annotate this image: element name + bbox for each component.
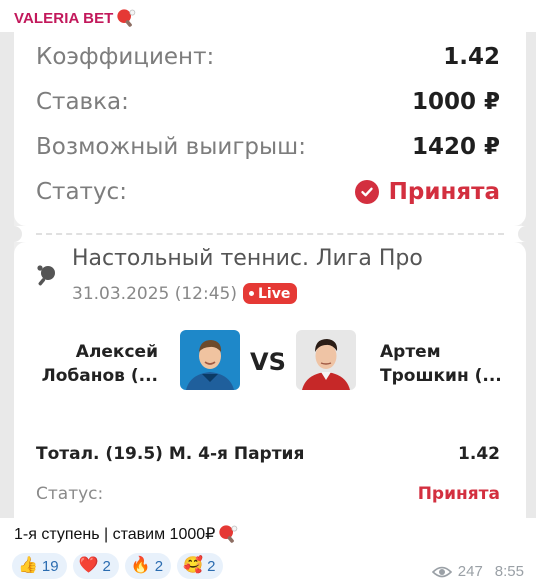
player-2-avatar: [296, 330, 356, 390]
stake-row: Ставка: 1000 ₽: [36, 87, 500, 117]
ping-pong-paddle-icon: [117, 9, 136, 27]
channel-name[interactable]: VALERIA BET: [14, 8, 137, 28]
live-badge: Live: [243, 283, 298, 304]
dashed-divider: [36, 233, 504, 235]
ping-pong-paddle-icon: [219, 525, 238, 543]
post-caption: 1-я ступень | ставим 1000₽: [14, 524, 239, 544]
post-time: 8:55: [494, 563, 524, 580]
player-1-name: Алексей Лобанов (...: [30, 340, 158, 388]
payout-value: 1420 ₽: [411, 134, 500, 160]
view-count: 247: [457, 563, 483, 580]
bet-market: Тотал. (19.5) М. 4-я Партия: [36, 444, 305, 464]
table-tennis-icon: [37, 265, 55, 286]
thumbs-up-icon: 👍: [18, 557, 38, 574]
reaction-count: 2: [207, 557, 216, 575]
reaction-count: 19: [41, 557, 59, 575]
reaction-count: 2: [154, 557, 164, 575]
fire-icon: 🔥: [130, 557, 151, 574]
stake-value: 1000 ₽: [411, 89, 500, 115]
bet-status-label: Статус:: [36, 484, 104, 504]
image-left-edge: [0, 32, 14, 518]
check-circle-icon: [354, 180, 379, 204]
coefficient-row: Коэффициент: 1.42: [36, 42, 500, 72]
live-dot-icon: [249, 291, 254, 296]
reaction-smiling-hearts[interactable]: 🥰 2: [177, 553, 224, 579]
bet-status-row: Статус: Принята: [36, 484, 500, 504]
event-datetime-text: 31.03.2025 (12:45): [72, 283, 237, 304]
status-value: Принята: [354, 179, 500, 205]
ticket-tear-divider: [6, 226, 534, 242]
eye-icon: [431, 566, 452, 577]
status-value-text: Принята: [388, 179, 500, 205]
reaction-count: 2: [102, 557, 111, 575]
player-2-last-name: Трошкин (...: [380, 366, 502, 386]
payout-row: Возможный выигрыш: 1420 ₽: [36, 132, 500, 162]
stake-label: Ставка:: [36, 89, 129, 115]
coefficient-label: Коэффициент:: [36, 44, 215, 70]
heart-icon: ❤️: [78, 557, 99, 574]
payout-label: Возможный выигрыш:: [36, 134, 306, 160]
channel-name-text: VALERIA BET: [14, 9, 114, 27]
smiling-face-hearts-icon: 🥰: [183, 557, 204, 574]
player-2-name: Артем Трошкин (...: [380, 340, 520, 388]
player-1-first-name: Алексей: [75, 342, 158, 362]
bet-market-row: Тотал. (19.5) М. 4-я Партия 1.42: [36, 444, 500, 464]
bet-status-value: Принята: [417, 484, 500, 504]
reaction-thumbs-up[interactable]: 👍 19: [12, 553, 67, 579]
tear-notch-left: [6, 226, 22, 242]
bet-odds: 1.42: [458, 444, 500, 464]
live-badge-label: Live: [258, 285, 291, 302]
coefficient-value: 1.42: [443, 44, 500, 70]
reactions-bar: 👍 19 ❤️ 2 🔥 2 🥰 2: [12, 553, 224, 579]
status-label: Статус:: [36, 179, 127, 205]
status-row: Статус: Принята: [36, 177, 500, 207]
player-1-avatar: [180, 330, 240, 390]
league-title: Настольный теннис. Лига Про: [72, 246, 423, 271]
tear-notch-right: [518, 226, 534, 242]
player-1-last-name: Лобанов (...: [41, 366, 158, 386]
post-caption-text: 1-я ступень | ставим 1000₽: [14, 526, 216, 543]
player-2-first-name: Артем: [380, 342, 441, 362]
event-datetime: 31.03.2025 (12:45) Live: [72, 283, 298, 304]
reaction-fire[interactable]: 🔥 2: [124, 553, 172, 579]
versus-label: VS: [250, 348, 286, 376]
post-meta: 247 8:55: [431, 563, 524, 580]
reaction-heart[interactable]: ❤️ 2: [72, 553, 119, 579]
